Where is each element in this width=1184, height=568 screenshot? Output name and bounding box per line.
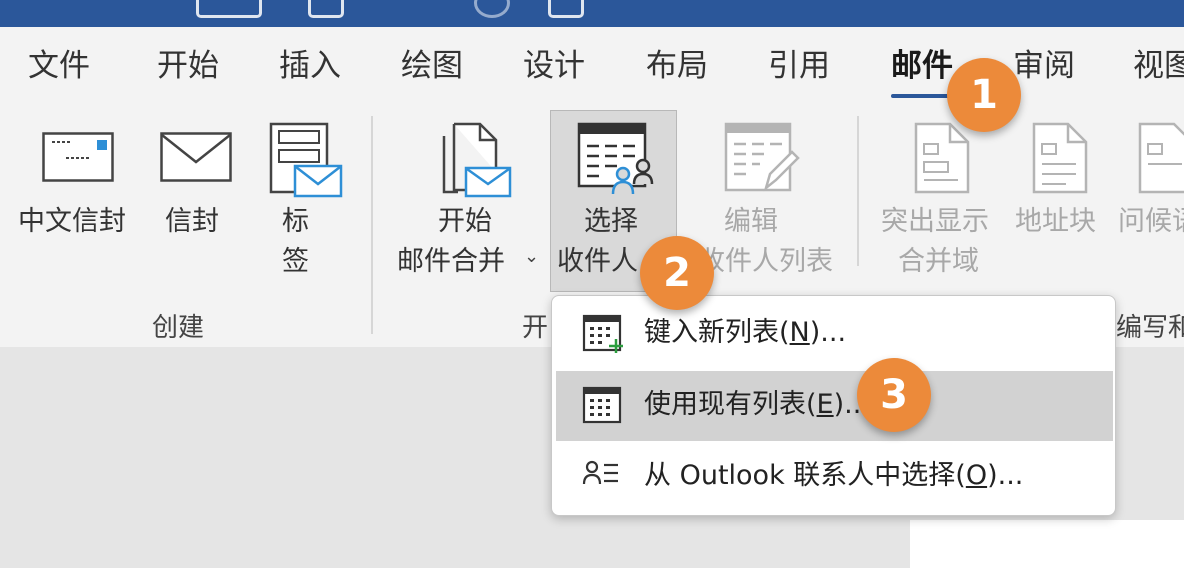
select-recipients-line2[interactable]: 收件人 bbox=[557, 242, 638, 282]
menu-item-outlook-contacts[interactable]: 从 Outlook 联系人中选择(O)... bbox=[556, 442, 1113, 512]
document-page[interactable] bbox=[910, 520, 1184, 568]
group-separator bbox=[371, 116, 373, 334]
tab-mailings[interactable]: 邮件 bbox=[891, 46, 953, 86]
chinese-envelope-icon bbox=[42, 132, 114, 182]
menu-item-use-existing-list[interactable]: 使用现有列表(E)... bbox=[556, 371, 1113, 441]
greeting-line-icon bbox=[1136, 122, 1184, 196]
chinese-envelopes-button[interactable]: 中文信封 bbox=[18, 202, 126, 242]
edit-recipient-list-line1: 编辑 bbox=[724, 206, 778, 237]
address-block-icon bbox=[1030, 122, 1090, 196]
tab-insert[interactable]: 插入 bbox=[279, 46, 341, 86]
print-icon[interactable] bbox=[548, 0, 584, 18]
tab-design[interactable]: 设计 bbox=[523, 46, 585, 86]
menu-item-text: 使用现有列表(E)... bbox=[644, 389, 870, 420]
group-write-insert-label: 编写和 bbox=[1116, 313, 1184, 343]
title-bar bbox=[0, 0, 1184, 27]
labels-button-line1[interactable]: 标 bbox=[282, 202, 309, 242]
step-badge-3: 3 bbox=[857, 358, 931, 432]
greeting-line-button: 问候语 bbox=[1118, 206, 1184, 237]
tab-layout[interactable]: 布局 bbox=[646, 46, 708, 86]
tab-review[interactable]: 审阅 bbox=[1013, 46, 1075, 86]
new-list-icon bbox=[582, 313, 624, 355]
highlight-merge-fields-line1: 突出显示 bbox=[881, 206, 989, 237]
step-badge-2: 2 bbox=[640, 236, 714, 310]
tab-home[interactable]: 开始 bbox=[157, 46, 219, 86]
select-recipients-menu: 键入新列表(N)... 使用现有列表(E)... 从 Outlook 联系人中选… bbox=[551, 295, 1116, 516]
tab-draw[interactable]: 绘图 bbox=[401, 46, 463, 86]
save-icon[interactable] bbox=[308, 0, 344, 18]
chevron-down-icon[interactable]: ⌄ bbox=[524, 246, 539, 267]
address-block-button: 地址块 bbox=[1015, 206, 1096, 237]
active-tab-indicator bbox=[891, 94, 955, 98]
edit-recipient-list-icon bbox=[724, 122, 800, 196]
autosave-toggle-icon[interactable] bbox=[196, 0, 262, 18]
menu-item-text: 键入新列表(N)... bbox=[644, 317, 847, 348]
group-separator bbox=[857, 116, 859, 266]
select-recipients-line1[interactable]: 选择 bbox=[584, 202, 638, 242]
envelope-icon bbox=[160, 132, 232, 182]
envelopes-button[interactable]: 信封 bbox=[165, 202, 219, 242]
redo-icon[interactable] bbox=[474, 0, 510, 18]
tab-file[interactable]: 文件 bbox=[28, 46, 90, 86]
tab-references[interactable]: 引用 bbox=[768, 46, 830, 86]
select-recipients-icon bbox=[577, 122, 657, 196]
start-mail-merge-icon bbox=[440, 122, 514, 200]
menu-item-type-new-list[interactable]: 键入新列表(N)... bbox=[556, 299, 1113, 369]
labels-button-line2[interactable]: 签 bbox=[282, 242, 309, 282]
start-mail-merge-line2[interactable]: 邮件合并 bbox=[397, 242, 505, 282]
group-create-label: 创建 bbox=[152, 313, 205, 343]
outlook-contacts-icon bbox=[582, 456, 624, 498]
group-start-merge-label: 开 bbox=[522, 313, 549, 343]
menu-item-text: 从 Outlook 联系人中选择(O)... bbox=[644, 460, 1024, 491]
labels-icon bbox=[269, 122, 343, 198]
highlight-merge-fields-line2: 合并域 bbox=[898, 246, 979, 277]
start-mail-merge-line1[interactable]: 开始 bbox=[438, 202, 492, 242]
existing-list-icon bbox=[582, 385, 624, 427]
tab-view[interactable]: 视图 bbox=[1133, 46, 1184, 86]
highlight-merge-fields-icon bbox=[912, 122, 972, 196]
edit-recipient-list-line2: 收件人列表 bbox=[698, 246, 833, 277]
step-badge-1: 1 bbox=[947, 58, 1021, 132]
